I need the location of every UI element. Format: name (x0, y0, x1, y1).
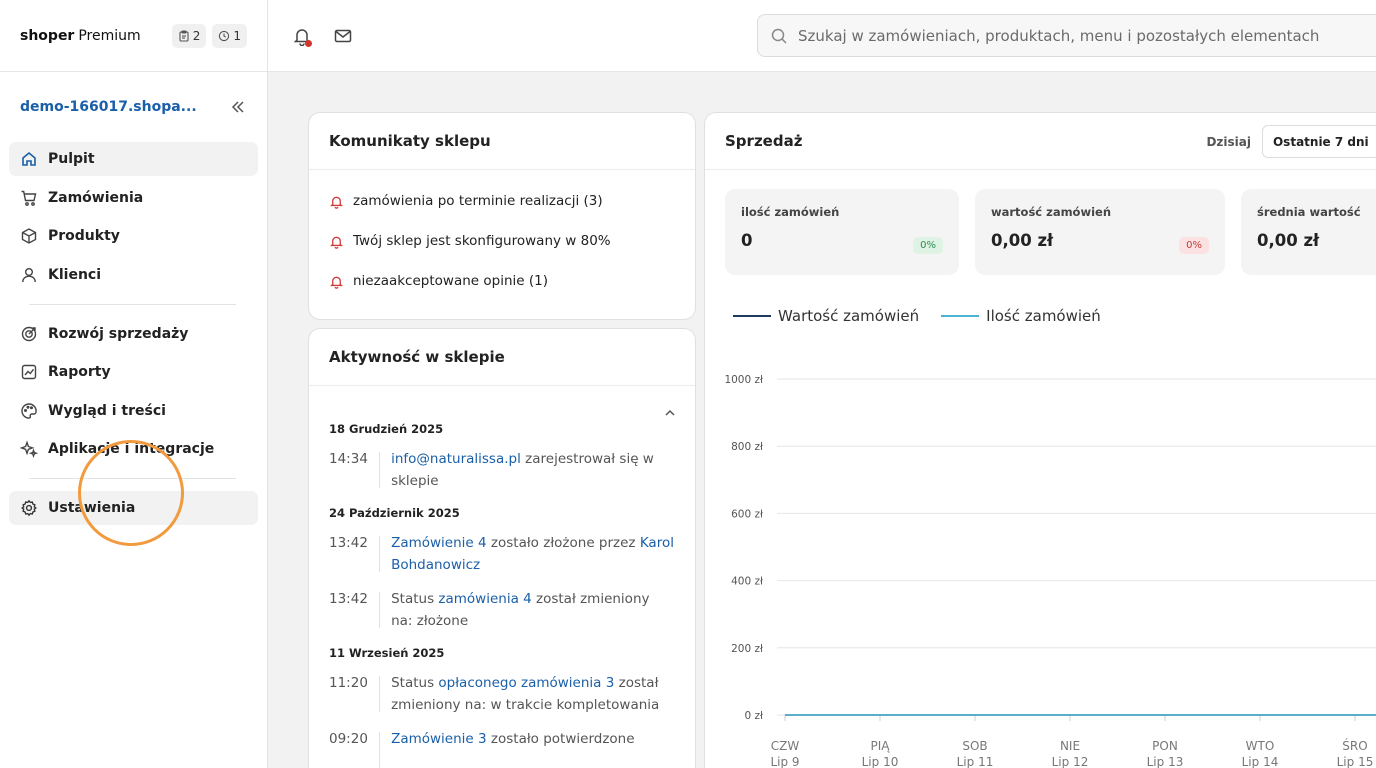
sidebar: shoper Premium 2 1 demo-166017.shopa... P… (0, 0, 268, 768)
palette-icon (21, 402, 37, 419)
activity-link[interactable]: opłaconego zamówienia 3 (438, 675, 614, 691)
nav-divider (29, 303, 236, 305)
sidebar-item-rozwoj-sprzedazy[interactable]: Rozwój sprzedaży (9, 317, 258, 351)
user-icon (22, 267, 36, 282)
x-tick-date: Lip 10 (862, 755, 899, 768)
card-title: Aktywność w sklepie (309, 329, 695, 386)
range-today[interactable]: Dzisiaj (1201, 125, 1256, 158)
activity-link[interactable]: info@naturalissa.pl (391, 451, 521, 467)
search-input[interactable] (798, 26, 1376, 45)
brand-bar: shoper Premium 2 1 (0, 0, 267, 72)
y-tick-label: 1000 zł (724, 374, 763, 386)
home-icon (22, 151, 36, 166)
activity-row: 11:20 Status opłaconego zamówienia 3 zos… (329, 672, 675, 716)
collapse-sidebar-icon[interactable] (229, 98, 247, 116)
orders-badge[interactable]: 2 (171, 23, 207, 48)
x-tick-date: Lip 12 (1052, 755, 1089, 768)
bell-alert-icon (330, 276, 343, 289)
search-icon (771, 28, 787, 44)
y-tick-label: 800 zł (731, 441, 763, 453)
sales-card: Sprzedaż Dzisiaj Ostatnie 7 dni Os ilość… (704, 112, 1376, 768)
gear-icon (21, 499, 37, 517)
activity-date: 11 Wrzesień 2025 (329, 646, 445, 660)
sidebar-item-zamowienia[interactable]: Zamówienia (9, 181, 258, 215)
sidebar-item-klienci[interactable]: Klienci (9, 258, 258, 292)
range-selector: Dzisiaj Ostatnie 7 dni Os (1201, 125, 1376, 158)
x-tick-day: SOB (962, 739, 987, 753)
activity-link[interactable]: Zamówienie 4 (391, 535, 487, 551)
x-tick-day: CZW (771, 739, 800, 753)
range-last-7-days[interactable]: Ostatnie 7 dni (1261, 125, 1376, 158)
x-tick-date: Lip 9 (770, 755, 799, 768)
x-tick-date: Lip 11 (957, 755, 994, 768)
sidebar-item-pulpit[interactable]: Pulpit (9, 142, 258, 176)
box-icon (21, 228, 37, 244)
activity-row: 09:20 Zamówienie 3 zostało potwierdzone (329, 728, 675, 768)
logo[interactable]: shoper Premium (20, 28, 141, 44)
y-tick-label: 400 zł (731, 576, 763, 588)
sales-chart: 0 zł 200 zł 400 zł 600 zł 800 zł 1000 zł CZW Li… (724, 374, 1376, 768)
bell-alert-icon (330, 196, 343, 209)
pending-badge[interactable]: 1 (212, 23, 247, 48)
change-badge: 0% (1179, 237, 1209, 254)
store-link[interactable]: demo-166017.shopa... (20, 99, 197, 115)
mail-icon[interactable] (333, 26, 353, 46)
x-tick-date: Lip 14 (1242, 755, 1279, 768)
activity-date: 18 Grudzień 2025 (329, 422, 444, 436)
activity-date: 24 Październik 2025 (329, 506, 460, 520)
activity-row: 13:42 Zamówienie 4 zostało złożone przez… (329, 532, 675, 576)
x-tick-day: ŚRO (1342, 738, 1367, 753)
x-tick-date: Lip 15 (1337, 755, 1374, 768)
chart-legend: Wartość zamówień Ilość zamówień (733, 307, 1101, 325)
legend-item-count[interactable]: Ilość zamówień (941, 307, 1101, 325)
activity-link[interactable]: zamówienia 4 (438, 591, 531, 607)
bell-alert-icon (330, 236, 343, 249)
activity-link[interactable]: Zamówienie 3 (391, 731, 487, 747)
card-title: Komunikaty sklepu (309, 113, 695, 170)
sidebar-item-wyglad[interactable]: Wygląd i treści (9, 394, 258, 428)
y-tick-label: 0 zł (744, 710, 763, 722)
shop-messages-card: Komunikaty sklepu zamówienia po terminie… (308, 112, 696, 320)
y-tick-label: 200 zł (731, 643, 763, 655)
x-tick-day: PON (1152, 739, 1178, 753)
x-tick-day: WTO (1246, 739, 1275, 753)
global-search[interactable] (757, 14, 1376, 57)
stat-order-value: wartość zamówień 0,00 zł 0% (975, 189, 1225, 275)
chevron-up-icon[interactable] (663, 406, 677, 420)
sparkle-icon (20, 440, 38, 458)
legend-item-value[interactable]: Wartość zamówień (733, 307, 919, 325)
activity-row: 14:34 info@naturalissa.pl zarejestrował … (329, 448, 675, 492)
report-icon (21, 364, 37, 380)
change-badge: 0% (913, 237, 943, 254)
x-tick-day: PIĄ (871, 739, 891, 753)
sidebar-item-raporty[interactable]: Raporty (9, 355, 258, 389)
message-item[interactable]: Twój sklep jest skonfigurowany w 80% (309, 221, 695, 261)
sidebar-item-produkty[interactable]: Produkty (9, 219, 258, 253)
card-title: Sprzedaż (725, 132, 803, 150)
clock-icon (219, 30, 230, 41)
target-icon (21, 326, 37, 341)
shop-activity-card: Aktywność w sklepie 18 Grudzień 2025 14:… (308, 328, 696, 768)
clipboard-icon (179, 29, 189, 42)
message-item[interactable]: niezaakceptowane opinie (1) (309, 261, 695, 301)
x-tick-date: Lip 13 (1147, 755, 1184, 768)
click-highlight (78, 440, 184, 546)
x-tick-day: NIE (1060, 739, 1080, 753)
stat-order-count: ilość zamówień 0 0% (725, 189, 959, 275)
message-item[interactable]: zamówienia po terminie realizacji (3) (309, 181, 695, 221)
stat-average-value: średnia wartość 0,00 zł (1241, 189, 1376, 275)
cart-icon (21, 190, 37, 206)
y-tick-label: 600 zł (731, 508, 763, 520)
activity-row: 13:42 Status zamówienia 4 został zmienio… (329, 588, 675, 632)
notification-dot (305, 40, 312, 47)
